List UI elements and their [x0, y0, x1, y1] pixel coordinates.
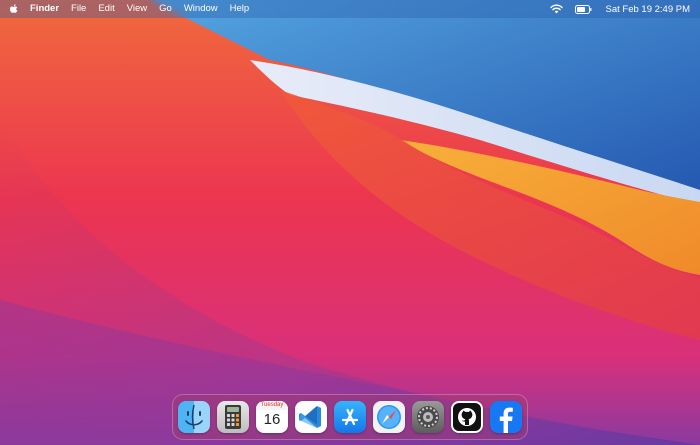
wifi-icon[interactable] [544, 4, 569, 14]
dock-vscode[interactable] [295, 401, 327, 433]
menu-app-name[interactable]: Finder [24, 0, 65, 18]
menu-bar: Finder File Edit View Go Window Help Sat… [0, 0, 700, 18]
finder-icon [185, 404, 203, 430]
apple-logo-icon[interactable] [8, 2, 20, 16]
dock-app-store[interactable] [334, 401, 366, 433]
system-preferences-icon [417, 406, 439, 428]
github-icon [453, 403, 481, 431]
desktop-wallpaper [0, 0, 700, 445]
calculator-icon [225, 405, 241, 429]
menu-bar-right: Sat Feb 19 2:49 PM [544, 0, 700, 18]
menu-go[interactable]: Go [153, 0, 178, 18]
dock-finder[interactable] [178, 401, 210, 433]
battery-icon[interactable] [569, 4, 598, 14]
menu-bar-clock[interactable]: Sat Feb 19 2:49 PM [598, 4, 691, 15]
menu-bar-left: Finder File Edit View Go Window Help [0, 0, 255, 18]
dock: Tuesday 16 [172, 394, 528, 440]
vscode-icon [299, 406, 321, 428]
app-store-icon [341, 408, 359, 426]
dock-calendar[interactable]: Tuesday 16 [256, 401, 288, 433]
dock-github[interactable] [451, 401, 483, 433]
menu-window[interactable]: Window [178, 0, 224, 18]
menu-file[interactable]: File [65, 0, 92, 18]
calendar-weekday: Tuesday [256, 401, 288, 410]
menu-edit[interactable]: Edit [92, 0, 120, 18]
dock-calculator[interactable] [217, 401, 249, 433]
menu-help[interactable]: Help [224, 0, 256, 18]
calendar-day: 16 [263, 411, 281, 428]
dock-system-preferences[interactable] [412, 401, 444, 433]
facebook-icon [499, 407, 513, 433]
safari-icon [377, 405, 401, 429]
dock-safari[interactable] [373, 401, 405, 433]
dock-facebook[interactable] [490, 401, 522, 433]
menu-view[interactable]: View [121, 0, 153, 18]
